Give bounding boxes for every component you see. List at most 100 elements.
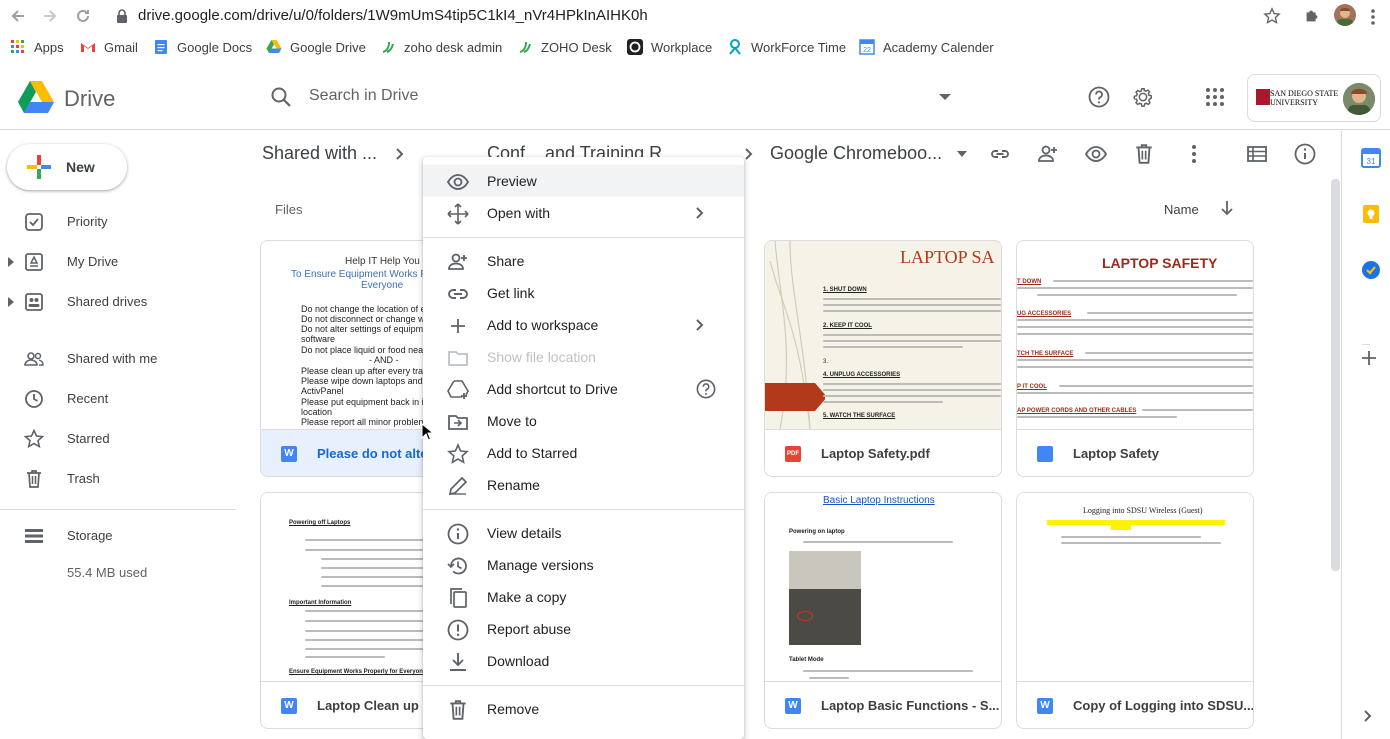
- menu-item-open-with[interactable]: Open with: [423, 197, 744, 229]
- preview-line: Please wipe down laptops and t: [301, 376, 428, 386]
- calendar-icon[interactable]: 31: [1361, 148, 1381, 168]
- sidebar-item-trash[interactable]: Trash: [0, 463, 240, 495]
- menu-separator: [423, 685, 744, 686]
- preview-heading: UG ACCESSORIES: [1017, 311, 1072, 317]
- browser-toolbar: drive.google.com/drive/u/0/folders/1W9mU…: [0, 0, 1390, 32]
- sidebar-item-my-drive[interactable]: My Drive: [0, 246, 240, 278]
- settings-gear-icon[interactable]: [1132, 86, 1154, 108]
- preview-line: Please report all minor problem: [301, 417, 427, 427]
- address-bar[interactable]: drive.google.com/drive/u/0/folders/1W9mU…: [138, 7, 648, 24]
- sort-by-name-button[interactable]: Name: [1164, 202, 1199, 217]
- bookmark-zoho-desk[interactable]: ZOHO Desk: [517, 39, 612, 55]
- bookmark-apps[interactable]: Apps: [10, 39, 64, 55]
- extensions-puzzle-icon[interactable]: [1303, 7, 1321, 25]
- preview-heading: Ensure Equipment Works Properly for Ever…: [289, 669, 427, 675]
- sidebar-item-priority[interactable]: Priority: [0, 206, 240, 238]
- storage-usage: 55.4 MB used: [67, 565, 148, 580]
- expand-caret-icon[interactable]: [7, 257, 15, 267]
- calendar-icon: 22: [859, 39, 875, 55]
- lock-icon[interactable]: [117, 9, 127, 23]
- new-button[interactable]: New: [7, 144, 127, 190]
- file-card[interactable]: Logging into SDSU Wireless (Guest) W Cop…: [1016, 492, 1254, 729]
- get-addons-plus-icon[interactable]: [1361, 350, 1377, 366]
- forward-arrow-icon[interactable]: [40, 6, 60, 26]
- back-arrow-icon[interactable]: [8, 6, 28, 26]
- trash-icon: [27, 470, 41, 488]
- bookmark-workforce-time[interactable]: WorkForce Time: [727, 39, 846, 55]
- preview-line: location: [301, 407, 333, 417]
- open-with-move-icon: [447, 203, 469, 225]
- account-switcher[interactable]: SAN DIEGO STATE UNIVERSITY: [1247, 74, 1381, 122]
- svg-text:31: 31: [1367, 157, 1376, 166]
- list-view-icon[interactable]: [1246, 143, 1268, 165]
- keep-icon[interactable]: [1361, 204, 1381, 224]
- help-circle-icon[interactable]: [696, 379, 716, 399]
- bookmark-academy-calender[interactable]: 22 Academy Calender: [859, 39, 994, 55]
- menu-item-move-to[interactable]: Move to: [423, 405, 744, 437]
- drive-logo-icon[interactable]: [18, 81, 54, 113]
- folder-dropdown-icon[interactable]: [957, 151, 967, 157]
- sort-direction-arrow-icon[interactable]: [1220, 200, 1234, 216]
- search-options-dropdown-icon[interactable]: [939, 94, 951, 102]
- menu-item-add-shortcut[interactable]: Add shortcut to Drive: [423, 373, 744, 405]
- reload-icon[interactable]: [73, 6, 93, 26]
- breadcrumb-current-folder[interactable]: Google Chromeboo...: [770, 143, 942, 164]
- more-actions-icon[interactable]: [1183, 143, 1205, 165]
- add-person-icon: [448, 253, 467, 270]
- menu-item-share[interactable]: Share: [423, 245, 744, 277]
- menu-item-make-a-copy[interactable]: Make a copy: [423, 581, 744, 613]
- help-icon[interactable]: [1088, 86, 1110, 108]
- bookmark-google-drive[interactable]: Google Drive: [266, 39, 366, 55]
- menu-item-remove[interactable]: Remove: [423, 693, 744, 725]
- trash-icon: [450, 700, 466, 720]
- sdsu-logo-text: SAN DIEGO STATE UNIVERSITY: [1270, 89, 1339, 107]
- google-apps-grid-icon[interactable]: [1205, 87, 1225, 107]
- breadcrumb-chevron-icon: [396, 148, 404, 160]
- bookmark-star-icon[interactable]: [1263, 7, 1281, 25]
- mouse-cursor-icon: [421, 423, 433, 441]
- star-icon: [24, 429, 44, 449]
- get-link-icon[interactable]: [989, 143, 1011, 165]
- search-icon[interactable]: [270, 86, 292, 108]
- move-to-folder-icon: [448, 415, 468, 430]
- remove-trash-icon[interactable]: [1133, 143, 1155, 165]
- sidebar-item-starred[interactable]: Starred: [0, 423, 240, 455]
- expand-panel-chevron-icon[interactable]: [1364, 710, 1372, 722]
- share-add-person-icon[interactable]: [1037, 143, 1059, 165]
- browser-menu-icon[interactable]: [1370, 8, 1376, 26]
- menu-item-report-abuse[interactable]: Report abuse: [423, 613, 744, 645]
- menu-item-rename[interactable]: Rename: [423, 469, 744, 501]
- breadcrumb-root[interactable]: Shared with ...: [262, 143, 377, 164]
- preview-heading: Important Information: [289, 600, 352, 606]
- menu-item-add-to-starred[interactable]: Add to Starred: [423, 437, 744, 469]
- search-input[interactable]: Search in Drive: [309, 87, 418, 105]
- sidebar-item-shared-with-me[interactable]: Shared with me: [0, 343, 240, 375]
- bookmark-google-docs[interactable]: Google Docs: [153, 39, 252, 55]
- profile-avatar[interactable]: [1334, 4, 1356, 26]
- main-scrollbar[interactable]: [1331, 179, 1340, 571]
- preview-eye-icon[interactable]: [1085, 143, 1107, 165]
- bookmark-zoho-desk-admin[interactable]: zoho desk admin: [380, 39, 502, 55]
- menu-item-get-link[interactable]: Get link: [423, 277, 744, 309]
- sidebar-item-recent[interactable]: Recent: [0, 383, 240, 415]
- sidebar-divider: [0, 509, 236, 510]
- expand-caret-icon[interactable]: [7, 297, 15, 307]
- file-card[interactable]: LAPTOP SA 1. SHUT DOWN 2. KEEP IT COOL 3…: [764, 240, 1002, 477]
- zoho-icon: [519, 41, 531, 53]
- menu-item-download[interactable]: Download: [423, 645, 744, 677]
- file-card[interactable]: LAPTOP SAFETY T DOWN UG ACCESSORIES TCH …: [1016, 240, 1254, 477]
- drive-header: Drive Search in Drive SAN DIEGO STATE UN…: [0, 66, 1390, 130]
- app-title[interactable]: Drive: [64, 86, 115, 112]
- preview-heading: P IT COOL: [1017, 384, 1047, 390]
- view-details-info-icon[interactable]: [1294, 143, 1316, 165]
- sidebar-item-storage[interactable]: Storage: [0, 520, 240, 552]
- tasks-icon[interactable]: [1361, 260, 1381, 280]
- file-card[interactable]: Basic Laptop Instructions Powering on la…: [764, 492, 1002, 729]
- menu-item-manage-versions[interactable]: Manage versions: [423, 549, 744, 581]
- bookmark-workplace[interactable]: Workplace: [627, 39, 712, 55]
- sidebar-item-shared-drives[interactable]: Shared drives: [0, 286, 240, 318]
- menu-item-add-to-workspace[interactable]: Add to workspace: [423, 309, 744, 341]
- bookmark-gmail[interactable]: Gmail: [80, 39, 138, 55]
- menu-item-view-details[interactable]: View details: [423, 517, 744, 549]
- menu-item-preview[interactable]: Preview: [423, 165, 744, 197]
